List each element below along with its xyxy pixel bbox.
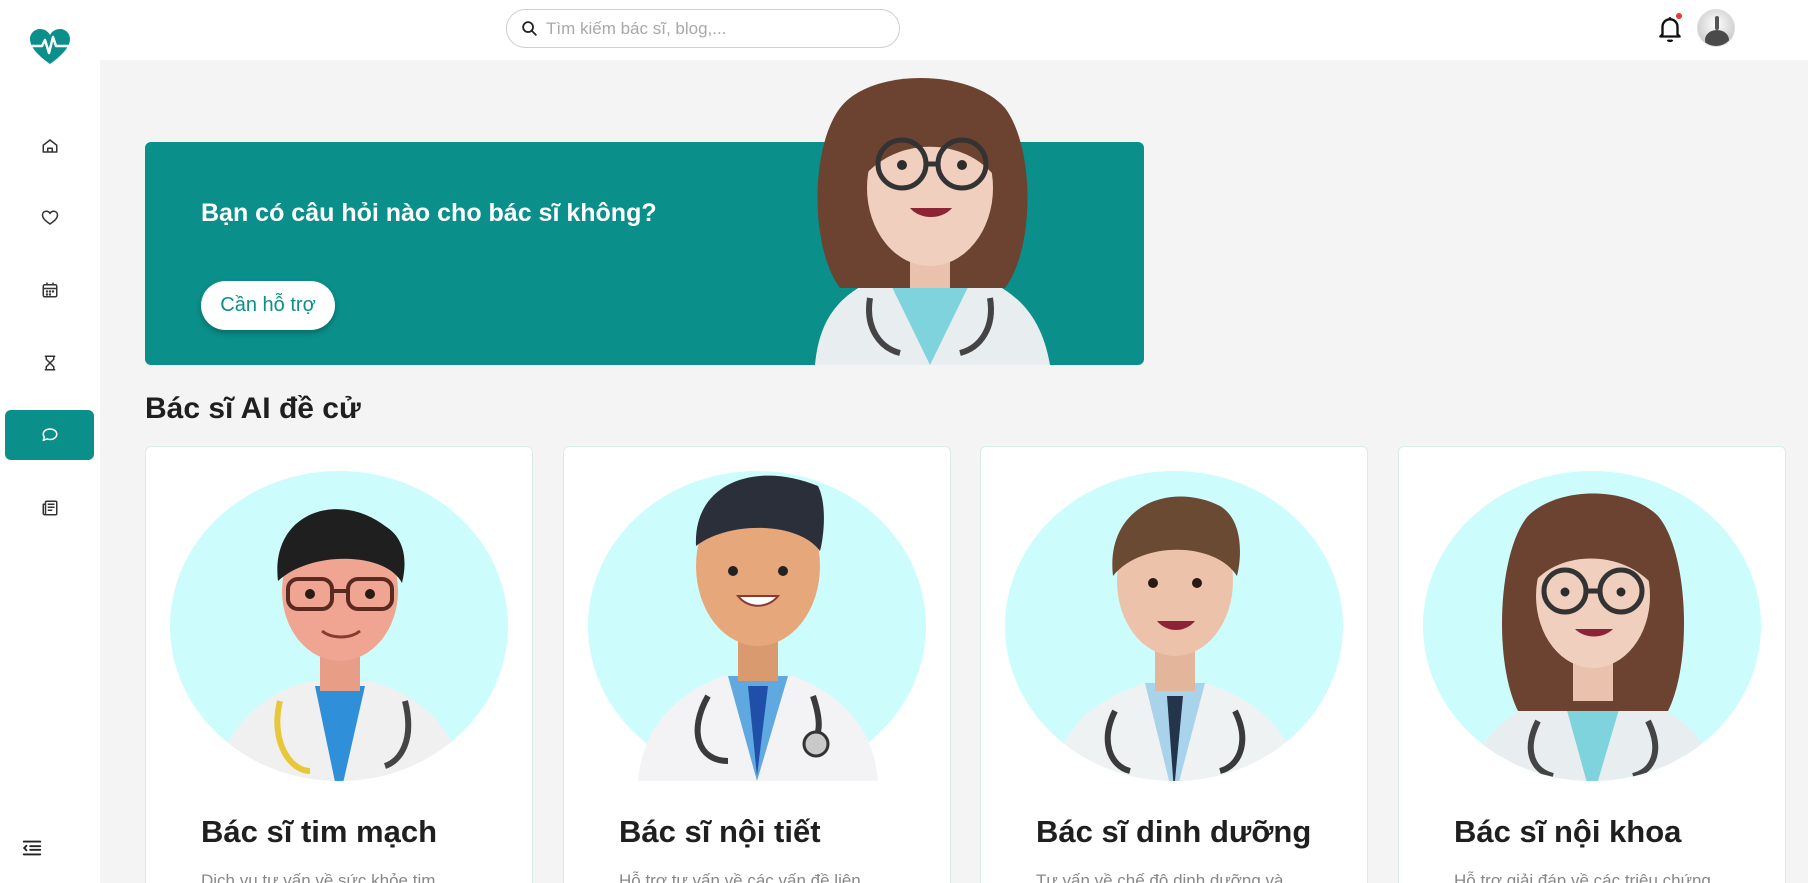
user-avatar[interactable] — [1697, 9, 1735, 47]
doctor-card-title: Bác sĩ dinh dưỡng — [1036, 814, 1312, 849]
doctor-card[interactable]: Bác sĩ dinh dưỡng Tư vấn về chế độ dinh … — [980, 446, 1368, 883]
heart-pulse-icon[interactable] — [28, 28, 72, 66]
hourglass-icon — [44, 355, 55, 371]
nav-chat[interactable] — [5, 410, 94, 460]
need-support-button[interactable]: Cần hỗ trợ — [201, 281, 335, 330]
doctor-card-description: Hỗ trợ giải đáp về các triệu chứng — [1454, 871, 1711, 883]
nav-news[interactable] — [5, 483, 94, 533]
doctor-portrait — [1005, 471, 1343, 781]
doctor-portrait — [1423, 471, 1761, 781]
doctor-card[interactable]: Bác sĩ nội khoa Hỗ trợ giải đáp về các t… — [1398, 446, 1786, 883]
nav-home[interactable] — [5, 121, 94, 171]
banner-title: Bạn có câu hỏi nào cho bác sĩ không? — [201, 199, 657, 227]
notification-badge — [1676, 13, 1682, 19]
calendar-icon — [42, 282, 57, 298]
notification-button[interactable] — [1657, 13, 1683, 44]
nav-calendar[interactable] — [5, 265, 94, 315]
doctor-card-description: Hỗ trợ tư vấn về các vấn đề liên — [619, 871, 861, 883]
search-input[interactable] — [546, 18, 876, 39]
doctor-card-title: Bác sĩ tim mạch — [201, 814, 438, 849]
doctor-card[interactable]: Bác sĩ tim mạch Dịch vụ tư vấn về sức kh… — [145, 446, 533, 883]
nav-history[interactable] — [5, 338, 94, 388]
search-box[interactable] — [506, 9, 900, 48]
section-title: Bác sĩ AI đề cử — [145, 392, 361, 425]
doctor-card[interactable]: Bác sĩ nội tiết Hỗ trợ tư vấn về các vấn… — [563, 446, 951, 883]
doctor-card-description: Tư vấn về chế độ dinh dưỡng và — [1036, 871, 1284, 883]
nav-favorites[interactable] — [5, 193, 94, 243]
doctor-card-title: Bác sĩ nội tiết — [619, 814, 821, 849]
sidebar-collapse-button[interactable] — [20, 836, 44, 860]
banner-doctor-illustration — [770, 68, 1090, 365]
doctor-card-title: Bác sĩ nội khoa — [1454, 814, 1682, 849]
menu-collapse-icon — [22, 840, 42, 856]
doctor-card-description: Dịch vụ tư vấn về sức khỏe tim — [201, 871, 436, 883]
newspaper-icon — [42, 500, 57, 516]
chat-icon — [42, 428, 57, 441]
home-icon — [42, 139, 57, 153]
heart-icon — [41, 210, 58, 225]
sidebar — [0, 0, 100, 883]
doctor-portrait — [588, 471, 926, 781]
search-icon — [522, 21, 537, 36]
top-bar — [100, 0, 1808, 60]
doctor-portrait — [170, 471, 508, 781]
